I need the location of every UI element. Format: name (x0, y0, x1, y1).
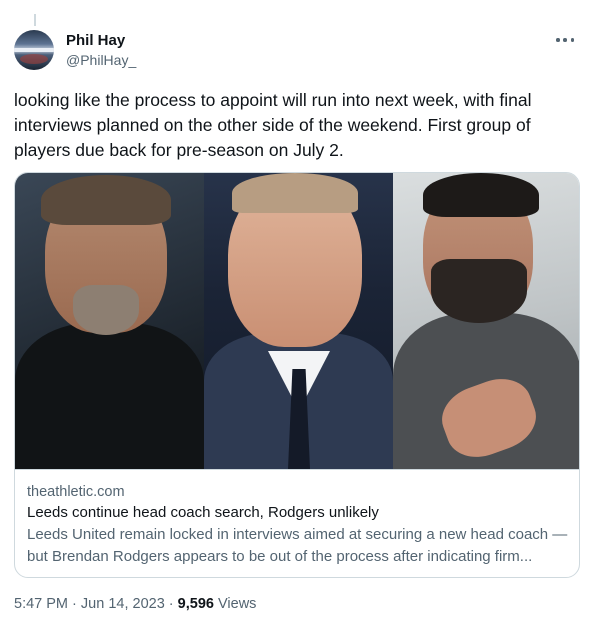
author-handle[interactable]: @PhilHay_ (66, 50, 136, 70)
card-image-panel-right (393, 173, 579, 469)
more-dot (563, 38, 567, 42)
person-hair (423, 173, 539, 217)
tweet-meta: 5:47 PM · Jun 14, 2023 · 9,596 Views (14, 594, 256, 614)
avatar[interactable] (14, 30, 54, 70)
author-display-name[interactable]: Phil Hay (66, 31, 136, 50)
tweet-time[interactable]: 5:47 PM (14, 596, 68, 612)
more-options-icon[interactable] (554, 30, 576, 50)
card-title: Leeds continue head coach search, Rodger… (27, 504, 379, 521)
tweet-date[interactable]: Jun 14, 2023 (81, 596, 165, 612)
person-shirt (15, 323, 204, 469)
tweet-header: Phil Hay @PhilHay_ (14, 30, 580, 74)
more-dot (556, 38, 560, 42)
card-image-panel-left (15, 173, 204, 469)
link-preview-card[interactable]: theathletic.com Leeds continue head coac… (14, 172, 580, 578)
avatar-stand (20, 54, 48, 64)
card-image-panel-center (204, 173, 393, 469)
card-image[interactable] (15, 173, 579, 469)
author-info: Phil Hay @PhilHay_ (66, 31, 136, 70)
person-hair (232, 173, 358, 213)
views-count: 9,596 (177, 596, 214, 612)
meta-separator: · (168, 596, 174, 612)
card-body[interactable]: theathletic.com Leeds continue head coac… (15, 469, 579, 577)
card-domain: theathletic.com (27, 484, 125, 500)
more-dot (570, 38, 574, 42)
person-beard (73, 285, 139, 335)
thread-connector-line (34, 14, 36, 26)
person-beard (431, 259, 527, 323)
tweet-text: looking like the process to appoint will… (14, 90, 532, 160)
views-label: Views (218, 596, 257, 612)
avatar-stadium-light (14, 48, 54, 52)
meta-separator: · (72, 596, 77, 612)
card-description: Leeds United remain locked in interviews… (27, 526, 568, 565)
person-hair (41, 175, 171, 225)
